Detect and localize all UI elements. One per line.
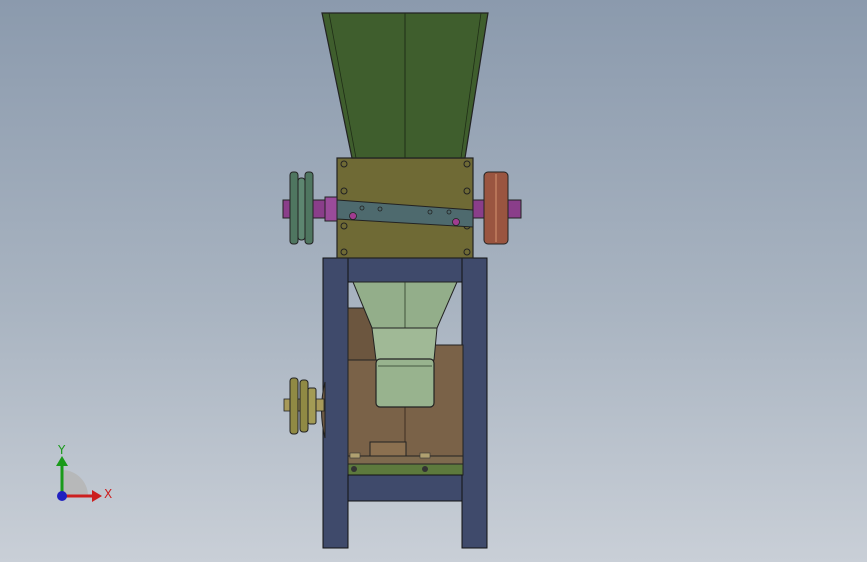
band-hole-1	[349, 212, 357, 220]
lower-pulley-hub	[307, 387, 317, 425]
x-axis-arrowhead	[92, 490, 102, 502]
triad-rotation-arc	[62, 470, 88, 496]
motor-base-plate	[347, 463, 464, 476]
base-bolt-left	[351, 466, 357, 472]
frame-bottom-beam	[347, 474, 463, 502]
base-nut-left	[349, 452, 361, 459]
lower-pulley-disc-outer	[289, 377, 299, 435]
left-pulley-disc-3	[304, 171, 314, 245]
z-axis-dot	[57, 491, 67, 501]
discharge-chute-mid	[371, 327, 438, 361]
y-axis-label: Y	[57, 443, 66, 457]
left-pulley-disc-1	[289, 171, 299, 245]
x-axis-label: X	[104, 487, 112, 501]
base-bolt-right	[422, 466, 428, 472]
left-pulley-disc-2	[297, 177, 306, 241]
main-shaft-collar-left	[324, 196, 338, 222]
base-nut-right	[419, 452, 431, 459]
frame-top-beam	[347, 257, 463, 283]
frame-leg-left	[322, 257, 349, 549]
y-axis-arrowhead	[56, 456, 68, 466]
lower-pulley-disc-inner	[299, 379, 309, 433]
frame-leg-right	[461, 257, 488, 549]
cad-viewport[interactable]: Y X	[0, 0, 867, 562]
motor-bracket	[347, 455, 464, 465]
crusher-model[interactable]	[0, 0, 867, 562]
band-hole-6	[452, 218, 460, 226]
orientation-triad[interactable]: Y X	[40, 440, 130, 520]
